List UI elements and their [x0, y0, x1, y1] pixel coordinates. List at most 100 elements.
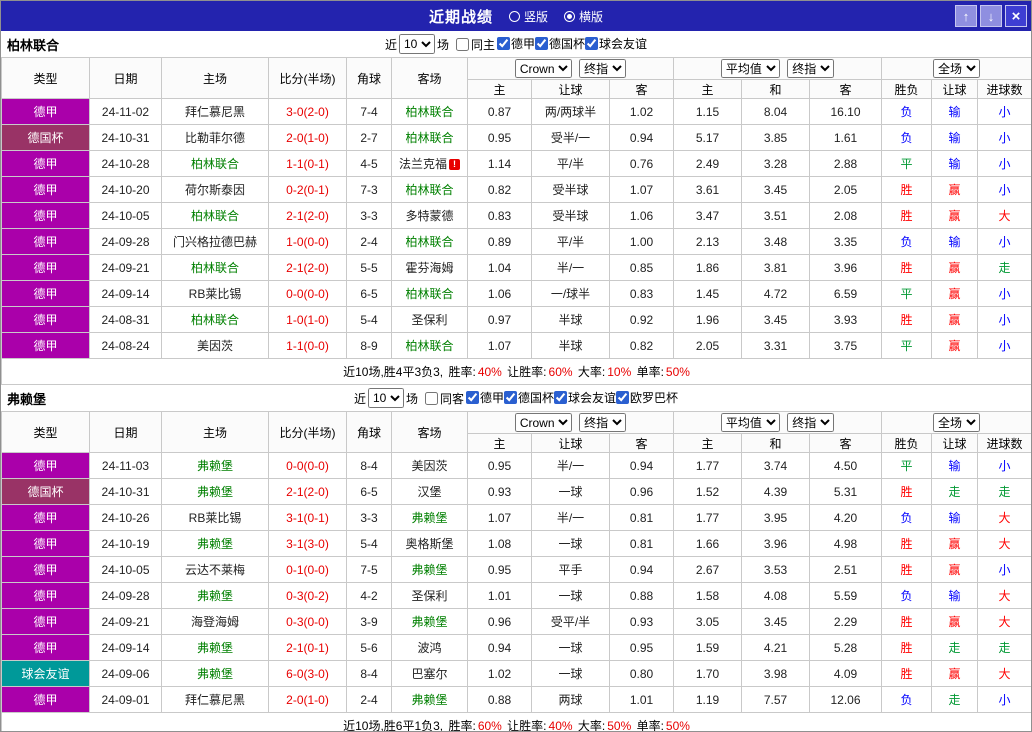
away-team-cell: 汉堡: [391, 478, 468, 505]
home-team-link[interactable]: 云达不莱梅: [185, 563, 245, 577]
eu-away-odds: 4.98: [808, 530, 883, 557]
eu-away-odds: 3.75: [808, 332, 883, 359]
ah-away-odds: 0.85: [609, 254, 674, 281]
league-checkbox-input[interactable]: [535, 37, 549, 50]
eu-average-select[interactable]: 平均值: [720, 59, 780, 78]
match-result: 负: [881, 124, 933, 151]
home-team-link[interactable]: 比勒菲尔德: [185, 131, 245, 145]
league-checkbox-input[interactable]: [585, 37, 599, 50]
scroll-down-button[interactable]: ↓: [980, 5, 1002, 27]
match-result: 胜: [881, 202, 933, 229]
away-team-cell: 圣保利: [391, 306, 468, 333]
match-count-select[interactable]: 10: [367, 388, 404, 408]
layout-vertical-radio[interactable]: 竖版: [508, 8, 548, 25]
away-team-link[interactable]: 柏林联合: [405, 183, 453, 197]
match-scope-select[interactable]: 全场: [933, 59, 981, 78]
summary-stat-label: 大率:: [574, 365, 606, 379]
league-checkbox[interactable]: 德甲: [465, 389, 504, 406]
home-team-link[interactable]: 荷尔斯泰因: [185, 183, 245, 197]
away-team-link[interactable]: 奥格斯堡: [405, 537, 453, 551]
home-team-link[interactable]: 美因茨: [197, 339, 233, 353]
home-team-link[interactable]: 柏林联合: [191, 313, 239, 327]
league-checkbox-input[interactable]: [497, 37, 510, 50]
league-checkbox[interactable]: 球会友谊: [585, 35, 647, 52]
score: 0-3(0-2): [268, 582, 347, 609]
home-team-link[interactable]: 弗赖堡: [197, 589, 233, 603]
away-team-link[interactable]: 柏林联合: [405, 235, 453, 249]
home-team-link[interactable]: 弗赖堡: [197, 459, 233, 473]
home-team-link[interactable]: 弗赖堡: [197, 485, 233, 499]
home-team-link[interactable]: 柏林联合: [191, 157, 239, 171]
match-row: 德甲 24-10-05 云达不莱梅 0-1(0-0) 7-5 弗赖堡 0.95 平手 0.94 2…: [1, 556, 1031, 583]
away-team-link[interactable]: 波鸿: [417, 641, 441, 655]
league-checkbox-input[interactable]: [616, 391, 630, 404]
league-type-badge: 德甲: [1, 98, 90, 125]
home-team-link[interactable]: 拜仁慕尼黑: [185, 105, 245, 119]
ah-home-odds: 0.95: [467, 452, 532, 479]
away-team-link[interactable]: 弗赖堡: [411, 563, 447, 577]
away-team-link[interactable]: 美因茨: [411, 459, 447, 473]
home-team-link[interactable]: RB莱比锡: [189, 287, 242, 301]
away-team-link[interactable]: 弗赖堡: [411, 615, 447, 629]
title-bar: 近期战绩 竖版 横版 ↑ ↓ ×: [1, 1, 1031, 31]
summary-stat-value: 60%: [477, 719, 502, 732]
corner-score: 6-5: [346, 280, 392, 307]
away-team-link[interactable]: 弗赖堡: [411, 511, 447, 525]
handicap-result: 赢: [931, 176, 979, 203]
same-venue-checkbox-input[interactable]: [424, 391, 438, 405]
home-team-link[interactable]: 弗赖堡: [197, 667, 233, 681]
league-checkbox-input[interactable]: [504, 391, 517, 404]
away-team-link[interactable]: 圣保利: [411, 313, 447, 327]
home-team-link[interactable]: 弗赖堡: [197, 641, 233, 655]
league-label: 球会友谊: [568, 391, 617, 405]
league-checkbox-group: 德甲 德国杯 球会友谊 欧罗巴杯: [465, 389, 678, 407]
away-team-link[interactable]: 弗赖堡: [411, 693, 447, 707]
eu-draw-odds: 3.96: [741, 530, 810, 557]
away-team-link[interactable]: 霍芬海姆: [405, 261, 453, 275]
league-checkbox[interactable]: 球会友谊: [554, 389, 616, 406]
league-checkbox[interactable]: 德国杯: [504, 389, 554, 406]
eu-average-select[interactable]: 平均值: [720, 413, 780, 432]
away-team-link[interactable]: 柏林联合: [405, 339, 453, 353]
away-team-link[interactable]: 法兰克福: [399, 157, 447, 171]
league-checkbox-input[interactable]: [554, 391, 568, 404]
column-header: 和: [741, 433, 810, 453]
away-team-link[interactable]: 柏林联合: [405, 105, 453, 119]
same-venue-checkbox[interactable]: 同客: [420, 390, 464, 407]
home-team-link[interactable]: 门兴格拉德巴赫: [173, 235, 257, 249]
away-team-link[interactable]: 汉堡: [417, 485, 441, 499]
away-team-link[interactable]: 圣保利: [411, 589, 447, 603]
results-table: 类型 日期 主场 比分(半场) 角球 客场 Crown 终指 平均值 终指 全场…: [1, 411, 1031, 732]
match-count-select[interactable]: 10: [398, 34, 435, 54]
layout-horizontal-radio[interactable]: 横版: [564, 8, 603, 25]
home-team-link[interactable]: 柏林联合: [191, 261, 239, 275]
home-team-link[interactable]: 弗赖堡: [197, 537, 233, 551]
same-venue-checkbox[interactable]: 同主: [451, 36, 495, 53]
eu-final-index-select[interactable]: 终指: [787, 59, 835, 78]
scroll-up-button[interactable]: ↑: [955, 5, 977, 27]
same-venue-checkbox-input[interactable]: [455, 37, 469, 51]
league-checkbox[interactable]: 欧罗巴杯: [616, 389, 678, 406]
league-checkbox[interactable]: 德国杯: [535, 35, 585, 52]
eu-final-index-select[interactable]: 终指: [787, 413, 835, 432]
ah-final-index-select[interactable]: 终指: [579, 413, 627, 432]
bookmaker-select[interactable]: Crown: [514, 59, 572, 78]
away-team-link[interactable]: 柏林联合: [405, 287, 453, 301]
home-team-link[interactable]: 拜仁慕尼黑: [185, 693, 245, 707]
match-date: 24-10-31: [89, 478, 162, 505]
eu-away-odds: 5.59: [808, 582, 883, 609]
league-checkbox[interactable]: 德甲: [497, 35, 535, 52]
match-scope-select[interactable]: 全场: [933, 413, 981, 432]
bookmaker-select[interactable]: Crown: [514, 413, 572, 432]
league-checkbox-input[interactable]: [465, 391, 479, 404]
column-header: 让球: [931, 79, 979, 99]
away-team-link[interactable]: 柏林联合: [405, 131, 453, 145]
column-header: 主场: [161, 411, 269, 453]
away-team-link[interactable]: 多特蒙德: [405, 209, 453, 223]
home-team-link[interactable]: 柏林联合: [191, 209, 239, 223]
away-team-link[interactable]: 巴塞尔: [411, 667, 447, 681]
home-team-link[interactable]: 海登海姆: [191, 615, 239, 629]
ah-final-index-select[interactable]: 终指: [579, 59, 627, 78]
close-button[interactable]: ×: [1005, 5, 1027, 27]
home-team-link[interactable]: RB莱比锡: [189, 511, 242, 525]
